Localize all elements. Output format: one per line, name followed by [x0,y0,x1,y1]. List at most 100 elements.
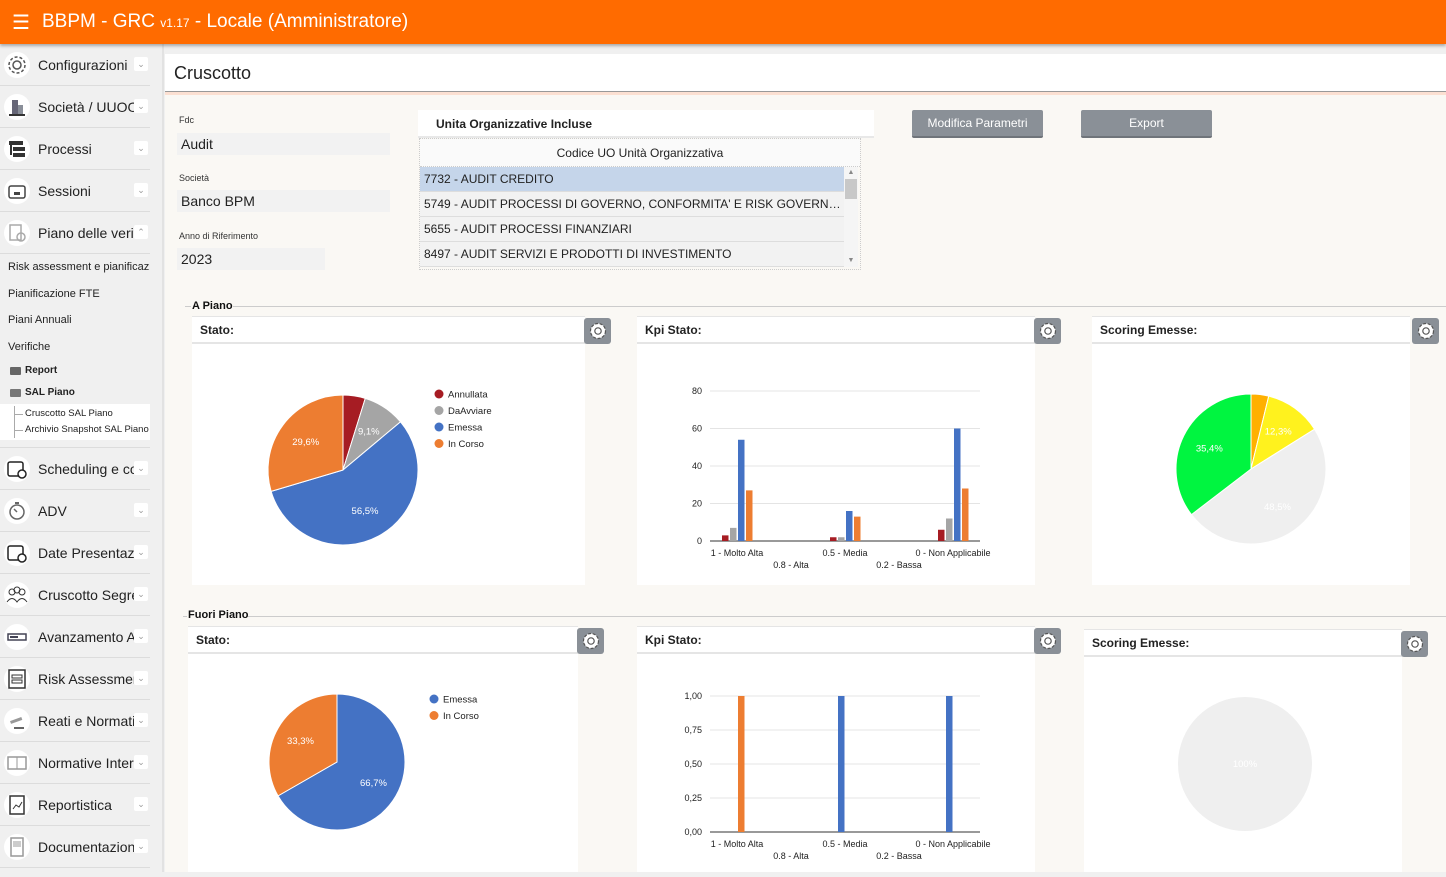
chevron-down-icon[interactable]: ⌄ [134,797,148,811]
sidebar-item-configurazioni[interactable]: Configurazioni ⌄ [0,44,150,86]
bar-in-corso[interactable] [962,488,969,542]
bar-emessa[interactable] [846,511,853,541]
tree-leaf[interactable]: Archivio Snapshot SAL Piano [14,422,150,438]
chart-fuori-piano-kpi: 0,00 0,25 0,50 0,75 1,00 1 - Molto Alta 0.8 - … [684,691,990,861]
scroll-down-icon[interactable]: ▼ [844,255,858,267]
chevron-down-icon[interactable]: ⌄ [134,503,148,517]
chevron-down-icon[interactable]: ⌄ [134,755,148,769]
chevron-down-icon[interactable]: ⌄ [134,671,148,685]
card-title: Scoring Emesse: [1084,629,1402,657]
sidebar-item-label: Avanzamento Azioni [38,628,134,645]
sidebar-item-reportistica[interactable]: Reportistica ⌄ [0,784,150,826]
sidebar-item-avanzamento-azioni[interactable]: Avanzamento Azioni ⌄ [0,616,150,658]
tree-leaf[interactable]: Cruscotto SAL Piano [14,406,150,422]
bar-annullata[interactable] [830,537,837,541]
societa-field[interactable]: Banco BPM [177,190,390,212]
chevron-down-icon[interactable]: ⌄ [134,839,148,853]
x-tick-label: 0 - Non Applicabile [915,548,990,558]
bar-in-corso[interactable] [738,696,745,832]
gear-icon[interactable] [1401,631,1428,657]
uo-scrollbar[interactable]: ▲ ▼ [844,167,858,267]
uo-panel: Unita Organizzative Incluse Codice UO Un… [418,110,874,270]
fdc-field[interactable]: Audit [177,133,390,155]
sidebar-item-cruscotto-segreteria[interactable]: Cruscotto Segreteria ⌄ [0,574,150,616]
legend-label[interactable]: Emessa [443,695,478,706]
x-tick-label: 0.5 - Media [822,839,867,849]
bar-emessa[interactable] [954,428,961,542]
hamburger-icon[interactable]: ☰ [12,10,34,35]
sidebar-subitem[interactable]: Risk assessment e pianificazione [0,254,150,281]
sidebar-item-label: Cruscotto Segreteria [38,586,134,603]
modifica-parametri-button[interactable]: Modifica Parametri [912,110,1043,138]
pie-data-label: 9,1% [358,426,380,437]
uo-column-header[interactable]: Codice UO Unità Organizzativa [420,139,860,167]
chevron-down-icon[interactable]: ⌄ [134,587,148,601]
gear-icon[interactable] [584,318,611,344]
bar-daavviare[interactable] [838,537,845,541]
sidebar-subitem[interactable]: Piani Annuali [0,307,150,334]
chevron-up-icon[interactable]: ⌃ [134,225,148,239]
bar-emessa[interactable] [946,696,953,832]
sidebar-item-processi[interactable]: Processi ⌄ [0,128,150,170]
sidebar-item-normative-interne[interactable]: Normative Interne ⌄ [0,742,150,784]
calendar-clock-icon [4,455,30,482]
tree-node-sal-piano[interactable]: SAL Piano [0,382,162,404]
sidebar-item-adv[interactable]: ADV ⌄ [0,490,150,532]
scroll-up-icon[interactable]: ▲ [844,167,858,179]
y-tick-label: 1,00 [684,691,702,701]
sidebar-subitem[interactable]: Verifiche [0,334,150,361]
bar-emessa[interactable] [738,439,745,541]
legend-label[interactable]: Emessa [448,423,483,434]
sidebar-item-scheduling-e-controllo[interactable]: Scheduling e controllo ⌄ [0,448,150,490]
bar-in-corso[interactable] [746,490,753,541]
y-tick-label: 20 [692,499,702,509]
bar-emessa[interactable] [838,696,845,832]
legend-label[interactable]: In Corso [448,439,484,450]
pie-data-label: 56,5% [352,506,379,517]
anno-field[interactable]: 2023 [177,248,325,270]
sidebar-item-piano-delle-verifiche[interactable]: Piano delle verifiche ⌃ [0,212,150,254]
uo-table-row[interactable]: 7732 - AUDIT CREDITO [420,167,845,192]
chevron-down-icon[interactable]: ⌄ [134,141,148,155]
sidebar-item-sessioni[interactable]: Sessioni ⌄ [0,170,150,212]
tree-node-report[interactable]: Report [0,360,162,382]
uo-table-row[interactable]: 5749 - AUDIT PROCESSI DI GOVERNO, CONFOR… [420,192,845,217]
export-button[interactable]: Export [1081,110,1212,138]
card-title: Scoring Emesse: [1092,316,1410,344]
chevron-down-icon[interactable]: ⌄ [134,57,148,71]
gear-icon[interactable] [1034,318,1061,344]
scroll-thumb[interactable] [845,179,857,199]
header-divider [165,92,1446,95]
gear-icon[interactable] [577,628,604,654]
uo-table-row[interactable]: 5655 - AUDIT PROCESSI FINANZIARI [420,217,845,242]
chevron-down-icon[interactable]: ⌄ [134,461,148,475]
sidebar-item-reati-e-normative[interactable]: Reati e Normative ⌄ [0,700,150,742]
y-tick-label: 0,75 [684,725,702,735]
x-tick-label: 1 - Molto Alta [711,839,764,849]
bar-daavviare[interactable] [730,527,737,541]
chevron-down-icon[interactable]: ⌄ [134,629,148,643]
bar-annullata[interactable] [938,529,945,541]
sidebar-item-date-presentazione[interactable]: Date Presentazione ⌄ [0,532,150,574]
chevron-down-icon[interactable]: ⌄ [134,713,148,727]
gear-icon[interactable] [1412,318,1439,344]
chevron-down-icon[interactable]: ⌄ [134,99,148,113]
sidebar-item-societ-uuoo[interactable]: Società / UUOO ⌄ [0,86,150,128]
sidebar-subitem[interactable]: Pianificazione FTE [0,281,150,308]
building-icon [4,93,30,120]
legend-label[interactable]: DaAvviare [448,406,492,417]
gear-icon[interactable] [1034,628,1061,654]
sidebar-item-documentazione[interactable]: Documentazione ⌄ [0,826,150,868]
legend-label[interactable]: Annullata [448,390,488,401]
uo-table-row[interactable]: 8497 - AUDIT SERVIZI E PRODOTTI DI INVES… [420,242,845,267]
legend-swatch [434,406,444,415]
bar-in-corso[interactable] [854,516,861,541]
chevron-down-icon[interactable]: ⌄ [134,545,148,559]
legend-label[interactable]: In Corso [443,711,479,722]
x-tick-label: 0.2 - Bassa [876,560,922,570]
bar-daavviare[interactable] [946,518,953,542]
chevron-down-icon[interactable]: ⌄ [134,183,148,197]
book-icon [4,749,30,776]
sidebar-item-risk-assessment[interactable]: Risk Assessment ⌄ [0,658,150,700]
bar-annullata[interactable] [722,535,729,541]
